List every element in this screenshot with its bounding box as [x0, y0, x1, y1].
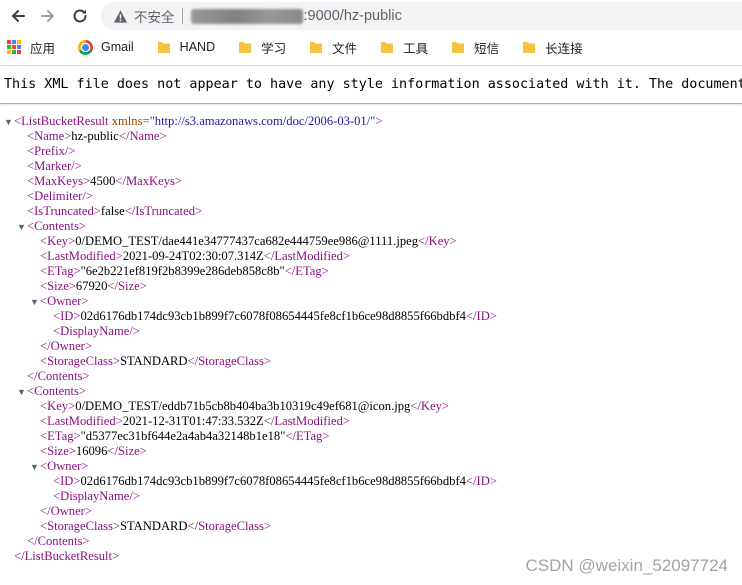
xml-owner-open: ▼<Owner>	[30, 459, 89, 475]
browser-toolbar: 不安全 :9000/hz-public	[0, 0, 742, 32]
is-truncated-value: false	[100, 204, 125, 218]
collapse-triangle-icon[interactable]: ▼	[17, 220, 27, 235]
bookmark-label: 短信	[474, 41, 500, 56]
xml-last-modified: <LastModified>2021-09-24T02:30:07.314Z</…	[40, 249, 350, 263]
tag-name: ListBucketResult	[21, 114, 109, 128]
xml-contents-close: </Contents>	[27, 534, 90, 548]
xml-etag: <ETag>"6e2b221ef819f2b8399e286deb858c8b"…	[40, 264, 329, 278]
chrome-icon	[77, 39, 93, 55]
last-modified-value: 2021-12-31T01:47:33.532Z	[122, 414, 264, 428]
xml-key: <Key>0/DEMO_TEST/dae441e34777437ca682e44…	[40, 234, 457, 248]
bookmark-apps[interactable]: 应用	[6, 38, 55, 57]
apps-grid-icon	[6, 39, 22, 55]
bookmark-gmail[interactable]: Gmail	[77, 39, 134, 55]
xml-key: <Key>0/DEMO_TEST/eddb71b5cb8b404ba3b1031…	[40, 399, 450, 413]
folder-icon	[156, 39, 172, 55]
size-value: 16096	[75, 444, 108, 458]
size-value: 67920	[75, 279, 108, 293]
insecure-label[interactable]: 不安全	[134, 6, 175, 26]
xml-delimiter: <Delimiter/>	[27, 189, 93, 203]
url-path: :9000/hz-public	[303, 8, 402, 24]
xml-etag: <ETag>"d5377ec31bf644e2a4ab4a32148b1e18"…	[40, 429, 330, 443]
xml-tree: ▼<ListBucketResult xmlns="http://s3.amaz…	[0, 114, 742, 564]
xml-size: <Size>16096</Size>	[40, 444, 147, 458]
storage-class-value: STANDARD	[119, 519, 188, 533]
bookmark-label: 学习	[261, 41, 287, 56]
xml-marker: <Marker/>	[27, 159, 82, 173]
xml-prefix: <Prefix/>	[27, 144, 76, 158]
bookmark-sms[interactable]: 短信	[450, 38, 499, 57]
bookmark-hand[interactable]: HAND	[156, 39, 215, 55]
collapse-triangle-icon[interactable]: ▼	[30, 295, 40, 310]
folder-icon	[237, 39, 253, 55]
folder-icon	[521, 39, 537, 55]
bookmark-label: HAND	[179, 40, 216, 54]
collapse-triangle-icon[interactable]: ▼	[30, 460, 40, 475]
last-modified-value: 2021-09-24T02:30:07.314Z	[122, 249, 264, 263]
xml-display-name: <DisplayName/>	[53, 489, 140, 503]
reload-icon	[73, 9, 87, 23]
bookmark-label: 长连接	[545, 41, 583, 56]
bookmark-long-connection[interactable]: 长连接	[521, 38, 583, 57]
xml-size: <Size>67920</Size>	[40, 279, 147, 293]
xml-contents-open: ▼<Contents>	[17, 384, 86, 400]
address-bar[interactable]: 不安全 :9000/hz-public	[101, 2, 742, 30]
redacted-host	[190, 8, 303, 24]
xml-contents-close: </Contents>	[27, 369, 90, 383]
bucket-name: hz-public	[71, 129, 119, 143]
bookmark-study[interactable]: 学习	[237, 38, 286, 57]
forward-button[interactable]	[34, 2, 62, 30]
address-separator	[181, 8, 183, 24]
object-key: 0/DEMO_TEST/eddb71b5cb8b404ba3b10319c49e…	[75, 399, 411, 413]
xml-owner-open: ▼<Owner>	[30, 294, 89, 310]
bookmark-label: 文件	[332, 41, 358, 56]
storage-class-value: STANDARD	[119, 354, 188, 368]
owner-id-value: 02d6176db174dc93cb1b899f7c6078f08654445f…	[80, 309, 466, 323]
attr-name: xmlns	[111, 114, 143, 128]
collapse-triangle-icon[interactable]: ▼	[4, 115, 14, 130]
bookmark-label: Gmail	[101, 40, 134, 54]
attr-value: "http://s3.amazonaws.com/doc/2006-03-01/…	[149, 114, 376, 128]
arrow-left-icon	[12, 10, 25, 22]
folder-icon	[450, 39, 466, 55]
xml-last-modified: <LastModified>2021-12-31T01:47:33.532Z</…	[40, 414, 350, 428]
warning-icon[interactable]	[113, 9, 128, 24]
xml-storage-class: <StorageClass>STANDARD</StorageClass>	[40, 354, 271, 368]
reload-button[interactable]	[66, 2, 94, 30]
xml-owner-close: </Owner>	[40, 339, 92, 353]
xml-style-notice: This XML file does not appear to have an…	[0, 66, 742, 104]
bookmark-label: 工具	[403, 41, 429, 56]
xml-owner-close: </Owner>	[40, 504, 92, 518]
watermark: CSDN @weixin_52097724	[525, 556, 728, 575]
back-button[interactable]	[4, 2, 32, 30]
folder-icon	[308, 39, 324, 55]
collapse-triangle-icon[interactable]: ▼	[17, 385, 27, 400]
xml-name: <Name>hz-public</Name>	[27, 129, 167, 143]
folder-icon	[379, 39, 395, 55]
owner-id-value: 02d6176db174dc93cb1b899f7c6078f08654445f…	[80, 474, 466, 488]
arrow-right-icon	[41, 10, 54, 22]
xml-max-keys: <MaxKeys>4500</MaxKeys>	[27, 174, 183, 188]
bookmark-files[interactable]: 文件	[308, 38, 357, 57]
bookmark-tools[interactable]: 工具	[379, 38, 428, 57]
bookmarks-bar: 应用 Gmail HAND 学习 文件 工具 短信 长连接	[0, 32, 742, 62]
xml-is-truncated: <IsTruncated>false</IsTruncated>	[27, 204, 203, 218]
max-keys-value: 4500	[90, 174, 116, 188]
bookmark-label: 应用	[30, 41, 56, 56]
xml-owner-id: <ID>02d6176db174dc93cb1b899f7c6078f08654…	[53, 309, 497, 323]
xml-root-open: ▼<ListBucketResult xmlns="http://s3.amaz…	[4, 114, 383, 130]
url-text[interactable]: :9000/hz-public	[190, 8, 402, 24]
xml-storage-class: <StorageClass>STANDARD</StorageClass>	[40, 519, 271, 533]
xml-display-name: <DisplayName/>	[53, 324, 140, 338]
etag-value: "6e2b221ef819f2b8399e286deb858c8b"	[80, 264, 285, 278]
xml-owner-id: <ID>02d6176db174dc93cb1b899f7c6078f08654…	[53, 474, 497, 488]
object-key: 0/DEMO_TEST/dae441e34777437ca682e444759e…	[75, 234, 418, 248]
etag-value: "d5377ec31bf644e2a4ab4a32148b1e18"	[80, 429, 286, 443]
xml-contents-open: ▼<Contents>	[17, 219, 86, 235]
tag-name: ListBucketResult	[24, 549, 113, 563]
